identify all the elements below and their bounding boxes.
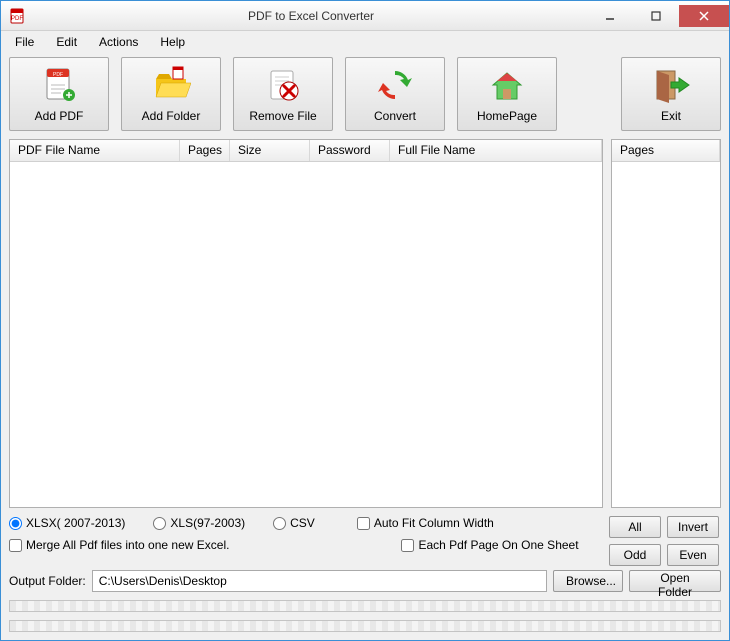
- add-pdf-label: Add PDF: [35, 109, 84, 123]
- files-list-body[interactable]: [10, 162, 602, 507]
- browse-button[interactable]: Browse...: [553, 570, 623, 592]
- exit-icon: [651, 65, 691, 105]
- pages-list-body[interactable]: [612, 162, 720, 507]
- select-all-button[interactable]: All: [609, 516, 661, 538]
- files-list[interactable]: PDF File Name Pages Size Password Full F…: [9, 139, 603, 508]
- maximize-button[interactable]: [633, 5, 679, 27]
- merge-all-checkbox[interactable]: Merge All Pdf files into one new Excel.: [9, 538, 229, 552]
- remove-file-button[interactable]: Remove File: [233, 57, 333, 131]
- folder-icon: [151, 65, 191, 105]
- each-page-checkbox[interactable]: Each Pdf Page On One Sheet: [401, 538, 578, 552]
- select-invert-button[interactable]: Invert: [667, 516, 719, 538]
- home-icon: [487, 65, 527, 105]
- svg-text:PDF: PDF: [11, 16, 23, 22]
- files-list-header: PDF File Name Pages Size Password Full F…: [10, 140, 602, 162]
- menu-actions[interactable]: Actions: [89, 33, 148, 51]
- minimize-button[interactable]: [587, 5, 633, 27]
- remove-file-label: Remove File: [249, 109, 316, 123]
- homepage-button[interactable]: HomePage: [457, 57, 557, 131]
- col-password[interactable]: Password: [310, 140, 390, 161]
- auto-fit-checkbox[interactable]: Auto Fit Column Width: [357, 516, 494, 530]
- convert-icon: [375, 65, 415, 105]
- col-size[interactable]: Size: [230, 140, 310, 161]
- format-xlsx-radio[interactable]: XLSX( 2007-2013): [9, 516, 125, 530]
- col-full-file-name[interactable]: Full File Name: [390, 140, 602, 161]
- homepage-label: HomePage: [477, 109, 537, 123]
- format-xls-radio[interactable]: XLS(97-2003): [153, 516, 245, 530]
- menu-edit[interactable]: Edit: [46, 33, 87, 51]
- add-folder-button[interactable]: Add Folder: [121, 57, 221, 131]
- convert-label: Convert: [374, 109, 416, 123]
- menu-file[interactable]: File: [5, 33, 44, 51]
- progress-bar-1: [9, 600, 721, 612]
- output-folder-input[interactable]: [92, 570, 547, 592]
- col-pdf-file-name[interactable]: PDF File Name: [10, 140, 180, 161]
- col-pages[interactable]: Pages: [180, 140, 230, 161]
- window-title: PDF to Excel Converter: [35, 9, 587, 23]
- menu-help[interactable]: Help: [150, 33, 195, 51]
- pdf-file-icon: PDF: [39, 65, 79, 105]
- exit-label: Exit: [661, 109, 681, 123]
- select-even-button[interactable]: Even: [667, 544, 719, 566]
- toolbar: PDF Add PDF Add Folder Remove File Conve…: [1, 53, 729, 135]
- select-odd-button[interactable]: Odd: [609, 544, 661, 566]
- col-pages-panel[interactable]: Pages: [612, 140, 720, 161]
- pages-list-header: Pages: [612, 140, 720, 162]
- output-folder-label: Output Folder:: [9, 574, 86, 588]
- add-pdf-button[interactable]: PDF Add PDF: [9, 57, 109, 131]
- format-csv-radio[interactable]: CSV: [273, 516, 315, 530]
- svg-text:PDF: PDF: [53, 72, 63, 78]
- open-folder-button[interactable]: Open Folder: [629, 570, 721, 592]
- exit-button[interactable]: Exit: [621, 57, 721, 131]
- titlebar: PDF PDF to Excel Converter: [1, 1, 729, 31]
- remove-icon: [263, 65, 303, 105]
- close-button[interactable]: [679, 5, 729, 27]
- progress-bar-2: [9, 620, 721, 632]
- menubar: File Edit Actions Help: [1, 31, 729, 53]
- app-icon: PDF: [9, 7, 27, 25]
- add-folder-label: Add Folder: [142, 109, 201, 123]
- convert-button[interactable]: Convert: [345, 57, 445, 131]
- pages-list[interactable]: Pages: [611, 139, 721, 508]
